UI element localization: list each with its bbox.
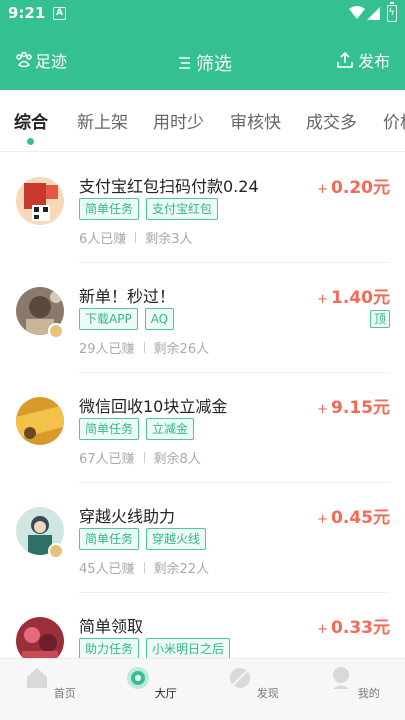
- divider: [143, 562, 145, 573]
- task-tag: 小米明日之后: [146, 638, 231, 658]
- task-tag: 支付宝红包: [146, 198, 219, 220]
- pinned-badge: 顶: [369, 310, 390, 328]
- task-tags: 简单任务 支付宝红包: [79, 198, 219, 220]
- nav-home[interactable]: 首页: [10, 665, 90, 701]
- task-stats: 29人已赚 剩余26人: [79, 338, 209, 357]
- task-stats: 6人已赚 剩余3人: [79, 228, 193, 247]
- top-header: 足迹 筛选 发布: [0, 28, 405, 90]
- task-reward: +0.33元: [317, 618, 390, 638]
- filter-label: 筛选: [196, 54, 232, 75]
- task-tag: 简单任务: [79, 528, 140, 550]
- tab-price[interactable]: 价格: [383, 108, 405, 133]
- task-title: 微信回收10块立减金: [79, 397, 228, 416]
- tab-fast-review[interactable]: 审核快: [230, 108, 281, 133]
- task-tags: 简单任务 立减金: [79, 418, 195, 440]
- hall-icon: [127, 667, 150, 689]
- active-tab-indicator: [27, 138, 34, 145]
- tab-comprehensive[interactable]: 综合: [14, 108, 48, 133]
- status-bar: 9:21 A ϟ: [0, 0, 405, 28]
- task-tag: AQ: [144, 308, 175, 330]
- earned-count: 6人已赚: [79, 232, 127, 247]
- task-reward: +0.45元: [317, 508, 390, 528]
- task-reward: +0.20元: [317, 178, 390, 198]
- nav-profile[interactable]: 我的: [314, 665, 394, 701]
- battery-icon: ϟ: [387, 2, 397, 22]
- task-list: 支付宝红包扫码付款0.24 简单任务 支付宝红包 6人已赚 剩余3人 +0.20…: [0, 153, 405, 658]
- tab-new[interactable]: 新上架: [77, 108, 128, 133]
- nav-discover[interactable]: 发现: [213, 665, 293, 701]
- task-item[interactable]: 新单！秒过！ 下载APP AQ 29人已赚 剩余26人 +1.40元 顶: [0, 263, 405, 373]
- signal-icon: [367, 7, 380, 20]
- nav-profile-label: 我的: [357, 687, 380, 700]
- footprint-label: 足迹: [35, 52, 68, 71]
- task-item[interactable]: 微信回收10块立减金 简单任务 立减金 67人已赚 剩余8人 +9.15元: [0, 373, 405, 483]
- sort-tabs: 综合 新上架 用时少 审核快 成交多 价格: [0, 90, 405, 152]
- remaining-count: 剩余26人: [153, 342, 210, 357]
- task-item[interactable]: 简单领取 助力任务 小米明日之后 +0.33元: [0, 593, 405, 658]
- upload-icon: [337, 51, 353, 68]
- avatar: [16, 397, 64, 445]
- avatar: [16, 177, 64, 225]
- task-title: 支付宝红包扫码付款0.24: [79, 177, 259, 196]
- remaining-count: 剩余22人: [153, 562, 210, 577]
- nav-home-label: 首页: [53, 687, 76, 700]
- earned-count: 67人已赚: [79, 452, 135, 467]
- task-tag: 简单任务: [79, 418, 140, 440]
- filter-icon: [179, 57, 190, 69]
- task-tag: 下载APP: [79, 308, 138, 330]
- filter-button[interactable]: 筛选: [178, 50, 232, 76]
- earned-count: 45人已赚: [79, 562, 135, 577]
- publish-label: 发布: [357, 52, 390, 71]
- footprint-button[interactable]: 足迹: [15, 48, 67, 72]
- avatar: [16, 617, 64, 658]
- task-item[interactable]: 支付宝红包扫码付款0.24 简单任务 支付宝红包 6人已赚 剩余3人 +0.20…: [0, 153, 405, 263]
- tab-most-deals[interactable]: 成交多: [306, 108, 357, 133]
- discover-icon: [230, 668, 251, 688]
- divider: [135, 232, 137, 243]
- task-title: 简单领取: [79, 617, 144, 636]
- home-icon: [27, 668, 48, 688]
- nav-discover-label: 发现: [256, 687, 279, 700]
- publish-button[interactable]: 发布: [336, 48, 390, 72]
- task-tag: 立减金: [146, 418, 195, 440]
- task-title: 新单！秒过！: [79, 287, 176, 306]
- vip-medal-icon: [48, 543, 64, 559]
- nav-hall-label: 大厅: [154, 687, 177, 700]
- wifi-icon: [349, 6, 365, 19]
- status-time: 9:21: [8, 4, 46, 22]
- vip-medal-icon: [48, 323, 64, 339]
- task-tags: 下载APP AQ: [79, 308, 175, 330]
- sim-icon: A: [53, 7, 66, 20]
- task-item[interactable]: 穿越火线助力 简单任务 穿越火线 45人已赚 剩余22人 +0.45元: [0, 483, 405, 593]
- bottom-nav: 首页 大厅 发现 我的: [0, 658, 405, 720]
- divider: [143, 342, 145, 353]
- remaining-count: 剩余8人: [153, 452, 201, 467]
- earned-count: 29人已赚: [79, 342, 135, 357]
- task-tags: 简单任务 穿越火线: [79, 528, 207, 550]
- tab-fast-time[interactable]: 用时少: [153, 108, 204, 133]
- task-tags: 助力任务 小米明日之后: [79, 638, 231, 658]
- task-stats: 45人已赚 剩余22人: [79, 558, 209, 577]
- paw-icon: [16, 51, 32, 68]
- task-stats: 67人已赚 剩余8人: [79, 448, 201, 467]
- task-tag: 简单任务: [79, 198, 140, 220]
- divider: [143, 452, 145, 463]
- task-tag: 穿越火线: [146, 528, 207, 550]
- task-tag: 助力任务: [79, 638, 140, 658]
- remaining-count: 剩余3人: [145, 232, 193, 247]
- profile-icon: [333, 667, 350, 689]
- nav-hall[interactable]: 大厅: [111, 665, 191, 701]
- task-title: 穿越火线助力: [79, 507, 176, 526]
- task-reward: +9.15元: [317, 398, 390, 418]
- task-reward: +1.40元: [317, 288, 390, 308]
